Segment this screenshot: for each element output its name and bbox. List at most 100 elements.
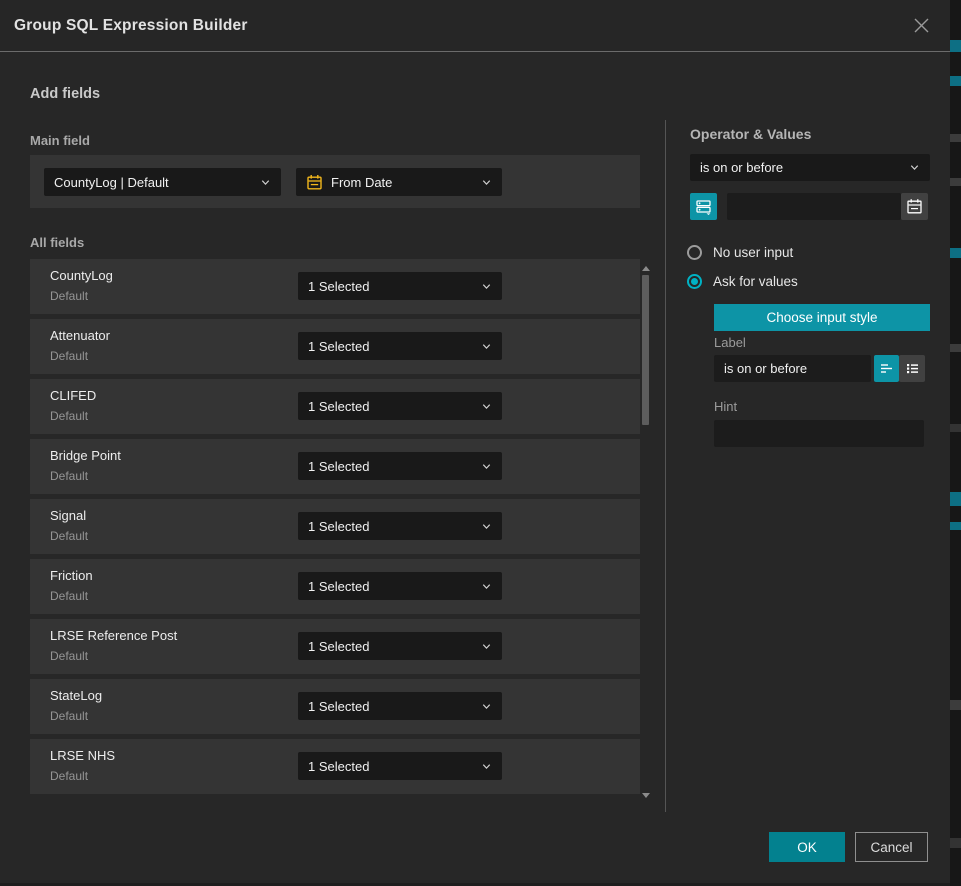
main-field-select[interactable]: From Date: [296, 168, 502, 196]
field-name: Signal: [50, 508, 86, 523]
choose-input-style-button[interactable]: Choose input style: [714, 304, 930, 331]
chevron-down-icon: [481, 761, 492, 772]
chevron-down-icon: [481, 177, 492, 188]
field-selection-select[interactable]: 1 Selected: [298, 272, 502, 300]
radio-label: No user input: [713, 245, 793, 260]
field-row: LRSE NHS Default 1 Selected: [30, 739, 640, 794]
list-scrollbar[interactable]: [641, 264, 651, 798]
field-row: CLIFED Default 1 Selected: [30, 379, 640, 434]
operator-select[interactable]: is on or before: [690, 154, 930, 181]
chevron-down-icon: [909, 162, 920, 173]
value-entry-row: [690, 193, 930, 220]
dialog-titlebar: Group SQL Expression Builder: [0, 0, 950, 52]
radio-no-user-input[interactable]: No user input: [687, 245, 793, 260]
all-fields-list: CountyLog Default 1 Selected Attenuator …: [30, 259, 640, 799]
chevron-down-icon: [260, 177, 271, 188]
field-selection-select[interactable]: 1 Selected: [298, 692, 502, 720]
panel-divider: [665, 120, 666, 812]
background-app-strip: [950, 0, 961, 886]
background-fragment: [950, 248, 961, 258]
field-row: Bridge Point Default 1 Selected: [30, 439, 640, 494]
field-name: LRSE Reference Post: [50, 628, 177, 643]
label-input[interactable]: [714, 355, 871, 382]
value-source-button[interactable]: [690, 193, 717, 220]
hint-input[interactable]: [714, 420, 924, 447]
date-picker-button[interactable]: [901, 193, 928, 220]
background-fragment: [950, 76, 961, 86]
chevron-down-icon: [481, 341, 492, 352]
layer-select-value: CountyLog | Default: [54, 175, 254, 190]
field-selection-value: 1 Selected: [308, 339, 475, 354]
scroll-down-icon[interactable]: [642, 793, 650, 798]
radio-icon: [687, 274, 702, 289]
background-fragment: [950, 522, 961, 530]
field-selection-select[interactable]: 1 Selected: [298, 332, 502, 360]
field-selection-value: 1 Selected: [308, 459, 475, 474]
close-icon[interactable]: [908, 13, 934, 39]
chevron-down-icon: [481, 521, 492, 532]
single-value-style-icon[interactable]: [874, 355, 899, 382]
field-row: StateLog Default 1 Selected: [30, 679, 640, 734]
add-fields-heading: Add fields: [30, 86, 100, 102]
field-subtitle: Default: [50, 589, 88, 603]
main-field-panel: CountyLog | Default From Date: [30, 155, 640, 208]
dialog-title: Group SQL Expression Builder: [14, 17, 248, 35]
cancel-button[interactable]: Cancel: [855, 832, 928, 862]
field-selection-value: 1 Selected: [308, 399, 475, 414]
main-field-select-value: From Date: [331, 175, 475, 190]
field-name: CountyLog: [50, 268, 113, 283]
background-fragment: [950, 344, 961, 352]
field-name: Attenuator: [50, 328, 110, 343]
field-subtitle: Default: [50, 769, 88, 783]
chevron-down-icon: [481, 641, 492, 652]
chevron-down-icon: [481, 401, 492, 412]
layer-select[interactable]: CountyLog | Default: [44, 168, 281, 196]
background-fragment: [950, 838, 961, 848]
field-name: Bridge Point: [50, 448, 121, 463]
field-name: StateLog: [50, 688, 102, 703]
field-subtitle: Default: [50, 289, 88, 303]
field-row: Friction Default 1 Selected: [30, 559, 640, 614]
field-row: CountyLog Default 1 Selected: [30, 259, 640, 314]
hint-field-label: Hint: [714, 399, 737, 414]
field-selection-value: 1 Selected: [308, 699, 475, 714]
field-selection-select[interactable]: 1 Selected: [298, 452, 502, 480]
field-subtitle: Default: [50, 529, 88, 543]
main-field-label: Main field: [30, 133, 90, 148]
chevron-down-icon: [481, 281, 492, 292]
label-field-label: Label: [714, 335, 746, 350]
field-selection-value: 1 Selected: [308, 579, 475, 594]
background-fragment: [950, 178, 961, 186]
operator-select-value: is on or before: [700, 160, 903, 175]
background-fragment: [950, 40, 961, 52]
chevron-down-icon: [481, 581, 492, 592]
scroll-up-icon[interactable]: [642, 266, 650, 271]
list-style-icon[interactable]: [899, 355, 925, 382]
ok-button[interactable]: OK: [769, 832, 845, 862]
field-selection-select[interactable]: 1 Selected: [298, 632, 502, 660]
radio-ask-for-values[interactable]: Ask for values: [687, 274, 798, 289]
field-selection-value: 1 Selected: [308, 519, 475, 534]
field-selection-select[interactable]: 1 Selected: [298, 392, 502, 420]
calendar-icon: [306, 174, 323, 191]
value-input[interactable]: [727, 193, 901, 220]
field-selection-value: 1 Selected: [308, 639, 475, 654]
scrollbar-thumb[interactable]: [642, 275, 649, 425]
field-name: CLIFED: [50, 388, 96, 403]
field-selection-select[interactable]: 1 Selected: [298, 572, 502, 600]
chevron-down-icon: [481, 461, 492, 472]
radio-icon: [687, 245, 702, 260]
field-selection-select[interactable]: 1 Selected: [298, 512, 502, 540]
chevron-down-icon: [481, 701, 492, 712]
field-selection-select[interactable]: 1 Selected: [298, 752, 502, 780]
field-name: Friction: [50, 568, 93, 583]
background-fragment: [950, 492, 961, 506]
field-row: LRSE Reference Post Default 1 Selected: [30, 619, 640, 674]
field-row: Attenuator Default 1 Selected: [30, 319, 640, 374]
all-fields-label: All fields: [30, 235, 84, 250]
background-fragment: [950, 700, 961, 710]
background-fragment: [950, 134, 961, 142]
field-subtitle: Default: [50, 349, 88, 363]
field-name: LRSE NHS: [50, 748, 115, 763]
field-selection-value: 1 Selected: [308, 279, 475, 294]
